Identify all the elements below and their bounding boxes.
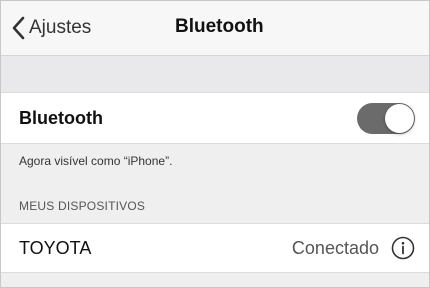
- bluetooth-label: Bluetooth: [19, 108, 103, 128]
- back-button[interactable]: Ajustes: [11, 14, 91, 42]
- section-spacer: [1, 56, 429, 92]
- visibility-footnote: Agora visível como “iPhone”.: [19, 154, 173, 168]
- chevron-left-icon: [12, 16, 25, 40]
- toggle-knob: [385, 104, 414, 133]
- device-status: Conectado: [291, 238, 379, 258]
- device-name: TOYOTA: [19, 238, 92, 258]
- my-devices-header: MEUS DISPOSITIVOS: [19, 199, 146, 213]
- bluetooth-row: Bluetooth: [1, 92, 429, 144]
- page-title: Bluetooth: [175, 16, 264, 37]
- info-icon[interactable]: [391, 236, 415, 260]
- device-row-toyota[interactable]: TOYOTA Conectado: [1, 223, 429, 273]
- bluetooth-toggle[interactable]: [357, 103, 415, 134]
- back-button-label: Ajustes: [29, 17, 92, 38]
- navigation-bar: Ajustes Bluetooth: [1, 1, 429, 56]
- bluetooth-settings-screen: Ajustes Bluetooth Bluetooth Agora visíve…: [0, 0, 430, 288]
